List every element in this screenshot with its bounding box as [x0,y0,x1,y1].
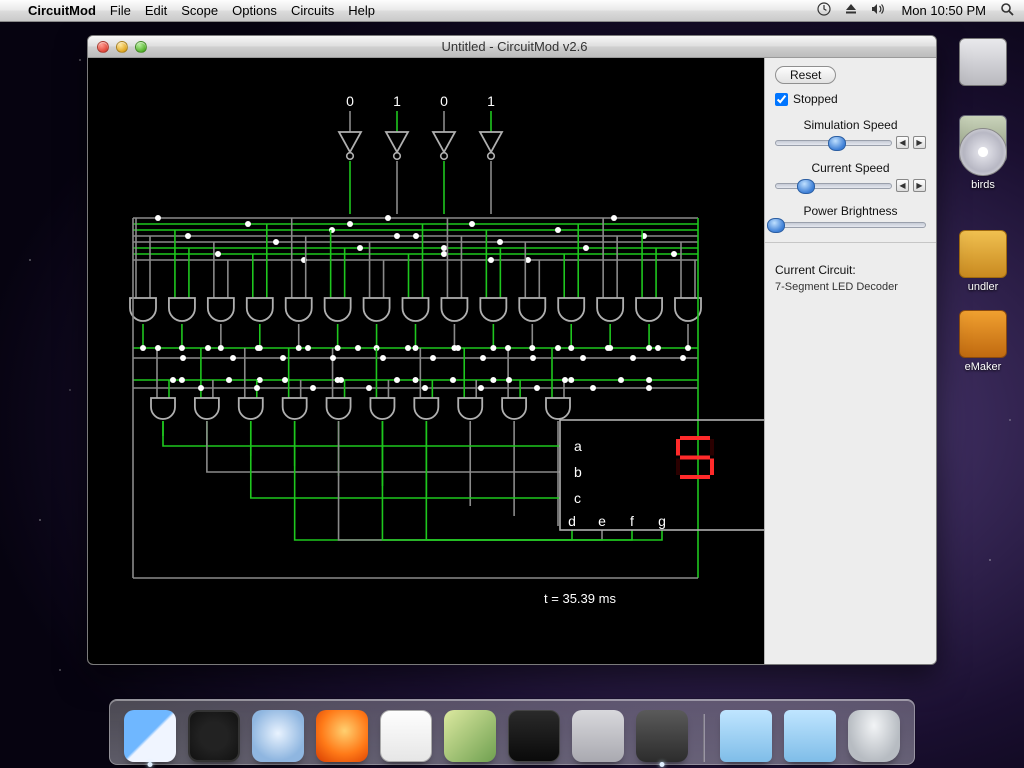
panel-divider [765,242,936,243]
current-circuit-name: 7-Segment LED Decoder [775,281,926,293]
side-panel: Reset Stopped Simulation Speed ◀ ▶ Curre… [764,58,936,664]
svg-text:t = 35.39 ms: t = 35.39 ms [544,591,616,606]
power-slider[interactable] [775,222,926,228]
dock-sysprefs[interactable] [572,710,624,762]
menubar-clock[interactable]: Mon 10:50 PM [901,3,986,18]
power-label: Power Brightness [775,204,926,218]
desktop-icon-3[interactable]: undler [952,230,1014,293]
dock-separator [703,714,705,762]
app-menu[interactable]: CircuitMod [28,3,96,18]
stopped-checkbox[interactable] [775,93,788,106]
zoom-button[interactable] [135,41,147,53]
cur-speed-right[interactable]: ▶ [913,179,926,192]
sim-speed-right[interactable]: ▶ [913,136,926,149]
desktop-icon-4[interactable]: eMaker [952,310,1014,373]
menu-help[interactable]: Help [348,3,375,18]
svg-text:c: c [574,490,581,506]
dock [109,699,915,765]
time-machine-icon[interactable] [817,2,831,19]
svg-text:0: 0 [440,93,448,109]
dock-firefox[interactable] [316,710,368,762]
svg-text:1: 1 [487,93,495,109]
dock-circuitmod[interactable] [636,710,688,762]
svg-text:1: 1 [393,93,401,109]
desktop-icon-disc-label: birds [952,179,1014,191]
cur-speed-label: Current Speed [775,161,926,175]
desktop-icon-disc[interactable]: birds [952,128,1014,191]
desktop-icon-4-label: eMaker [952,361,1014,373]
sim-speed-left[interactable]: ◀ [896,136,909,149]
desktop-icon-hd[interactable] [952,38,1014,89]
menu-circuits[interactable]: Circuits [291,3,334,18]
circuit-canvas[interactable]: 0 1 0 1 abcd e f g t = 35.39 ms [88,58,764,664]
sim-speed-slider[interactable] [775,140,892,146]
svg-text:0: 0 [346,93,354,109]
close-button[interactable] [97,41,109,53]
svg-text:e: e [598,513,606,529]
dock-documents-folder[interactable] [784,710,836,762]
app-window: Untitled - CircuitMod v2.6 [87,35,937,665]
svg-text:g: g [658,513,666,529]
dock-dashboard[interactable] [188,710,240,762]
cur-speed-slider[interactable] [775,183,892,189]
dock-textedit[interactable] [380,710,432,762]
menu-scope[interactable]: Scope [181,3,218,18]
current-circuit-heading: Current Circuit: [775,263,926,277]
dock-safari[interactable] [252,710,304,762]
desktop-icon-3-label: undler [952,281,1014,293]
svg-text:a: a [574,438,582,454]
svg-text:b: b [574,464,582,480]
stopped-label: Stopped [793,92,838,106]
menu-options[interactable]: Options [232,3,277,18]
svg-text:f: f [630,513,634,529]
dock-terminal[interactable] [508,710,560,762]
window-title: Untitled - CircuitMod v2.6 [147,39,936,54]
volume-icon[interactable] [871,3,887,18]
cur-speed-left[interactable]: ◀ [896,179,909,192]
dock-applications-folder[interactable] [720,710,772,762]
menu-file[interactable]: File [110,3,131,18]
minimize-button[interactable] [116,41,128,53]
reset-button[interactable]: Reset [775,66,836,84]
dock-app-green[interactable] [444,710,496,762]
spotlight-icon[interactable] [1000,2,1014,19]
eject-icon[interactable] [845,3,857,18]
titlebar[interactable]: Untitled - CircuitMod v2.6 [88,36,936,58]
menubar: CircuitMod File Edit Scope Options Circu… [0,0,1024,22]
svg-text:d: d [568,513,576,529]
stopped-row[interactable]: Stopped [775,92,926,106]
menu-edit[interactable]: Edit [145,3,167,18]
dock-finder[interactable] [124,710,176,762]
sim-speed-label: Simulation Speed [775,118,926,132]
dock-trash[interactable] [848,710,900,762]
